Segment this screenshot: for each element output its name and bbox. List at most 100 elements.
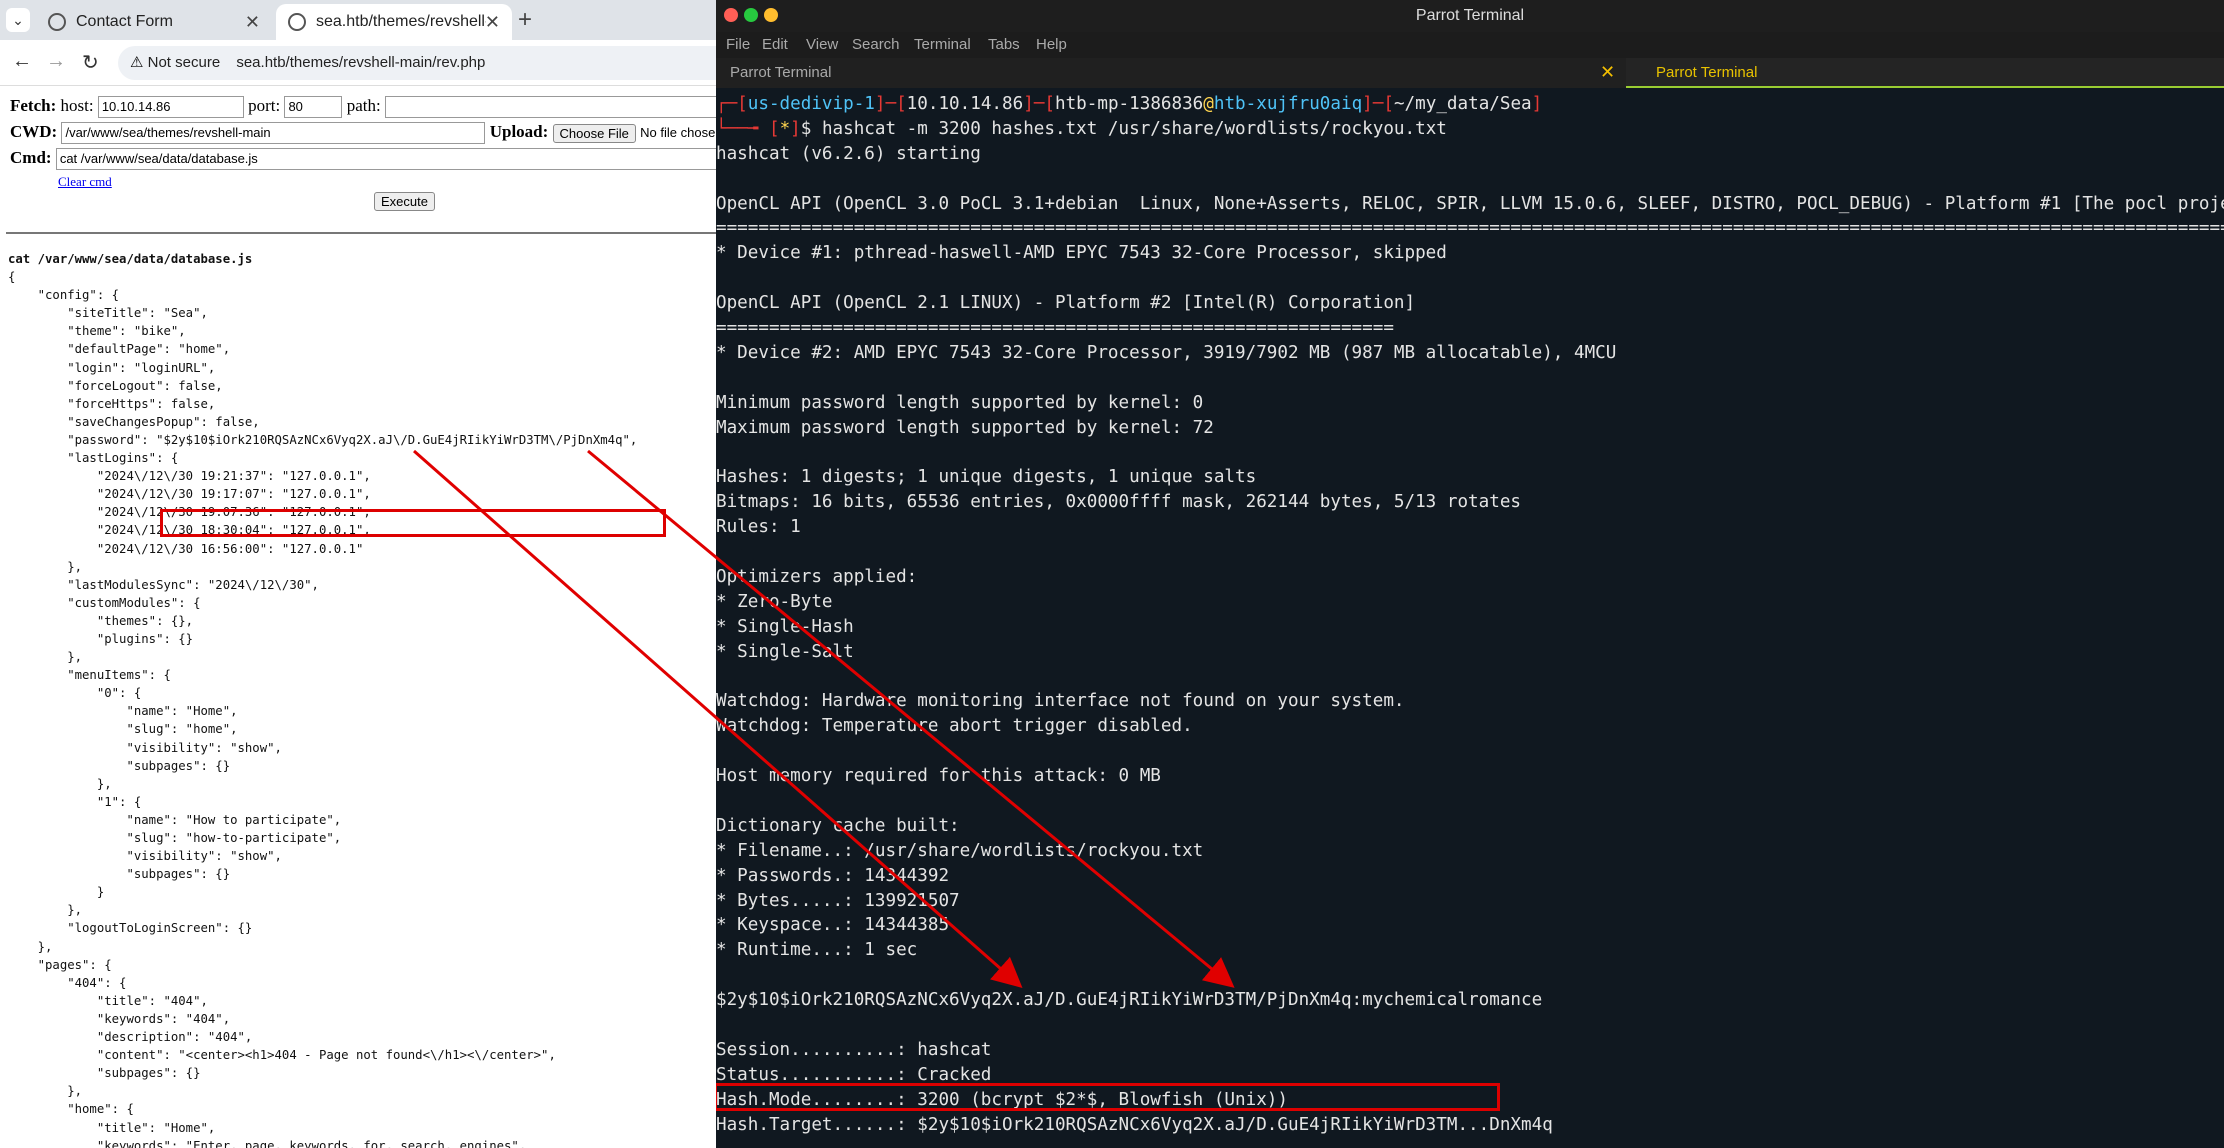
browser-tab-rev-php[interactable]: sea.htb/themes/revshell-main/rev.php ✕ (276, 4, 512, 40)
output-line: "keywords": "Enter, page, keywords, for,… (8, 1138, 527, 1148)
warning-icon[interactable]: ⚠ (130, 54, 143, 71)
output-line: "description": "404", (8, 1030, 253, 1045)
prompt-user: htb-mp-1386836 (1054, 94, 1204, 114)
terminal-line: Session..........: hashcat (716, 1039, 992, 1060)
close-tab-icon[interactable]: ✕ (245, 12, 260, 33)
output-line: "lastModulesSync": "2024\/12\/30", (8, 577, 319, 592)
host-input[interactable]: 10.10.14.86 (97, 96, 244, 119)
output-line: }, (8, 939, 53, 954)
output-line: }, (8, 903, 83, 918)
menu-search[interactable]: Search (852, 36, 900, 53)
output-line: "visibility": "show", (8, 849, 282, 864)
tab-title: sea.htb/themes/revshell-main/rev.php (316, 13, 486, 30)
host-label: host: (60, 96, 94, 115)
close-tab-icon[interactable]: ✕ (1600, 62, 1615, 83)
browser-navbar: ← → ↻ ⚠ Not secure sea.htb/themes/revshe… (0, 40, 716, 86)
terminal-line: * Runtime...: 1 sec (716, 940, 918, 961)
prompt-command: hashcat -m 3200 hashes.txt /usr/share/wo… (821, 118, 1447, 139)
terminal-title: Parrot Terminal (1415, 7, 1525, 24)
output-lines: { "config": { "siteTitle": "Sea", "theme… (8, 268, 716, 1148)
terminal-line: ========================================… (716, 218, 2224, 239)
fetch-row: Fetch: host: 10.10.14.86 port: 80 path: (10, 96, 716, 119)
menu-terminal[interactable]: Terminal (914, 36, 971, 53)
output-line: "1": { (8, 794, 142, 809)
port-input[interactable]: 80 (284, 96, 343, 119)
browser-window: ⌄ Contact Form ✕ sea.htb/themes/revshell… (0, 0, 716, 1148)
output-line: "title": "Home", (8, 1120, 216, 1135)
cwd-input[interactable]: /var/www/sea/themes/revshell-main (61, 122, 486, 145)
path-label: path: (346, 96, 381, 115)
output-line: "keywords": "404", (8, 1011, 231, 1026)
not-secure-label[interactable]: Not secure (148, 54, 221, 71)
back-icon[interactable]: ← (12, 50, 32, 73)
output-line: "theme": "bike", (8, 324, 186, 339)
fetch-label: Fetch: (10, 96, 57, 115)
output-line: "password": "$2y$10$iOrk210RQSAzNCx6Vyq2… (8, 432, 638, 447)
output-line: "subpages": {} (8, 1066, 201, 1081)
terminal-line: * Zero-Byte (716, 591, 833, 612)
output-line: "logoutToLoginScreen": {} (8, 921, 253, 936)
output-line: "name": "How to participate", (8, 812, 342, 827)
terminal-line: Rules: 1 (716, 517, 801, 538)
menu-view[interactable]: View (806, 36, 838, 53)
forward-icon[interactable]: → (46, 50, 66, 73)
menu-edit[interactable]: Edit (762, 36, 788, 53)
cracked-hash-highlight (716, 1083, 1500, 1111)
menu-help[interactable]: Help (1036, 36, 1067, 53)
terminal-line: $2y$10$iOrk210RQSAzNCx6Vyq2X.aJ/D.GuE4jR… (716, 990, 1543, 1011)
output-line: "forceLogout": false, (8, 378, 223, 393)
clear-cmd-link[interactable]: Clear cmd (58, 174, 112, 190)
menu-file[interactable]: File (726, 36, 750, 53)
output-line: }, (8, 559, 83, 574)
url-text[interactable]: sea.htb/themes/revshell-main/rev.php (236, 54, 485, 71)
output-line: "themes": {}, (8, 613, 194, 628)
terminal-line: ========================================… (716, 318, 1394, 339)
terminal-line: Hash.Target......: $2y$10$iOrk210RQSAzNC… (716, 1114, 1553, 1135)
prompt-line-2: └──╼ [*]$ hashcat -m 3200 hashes.txt /us… (716, 118, 1447, 139)
terminal-tabbar: Parrot Terminal ✕ Parrot Terminal (716, 58, 2224, 88)
no-file-label: No file chosen (640, 125, 716, 140)
output-line: "content": "<center><h1>404 - Page not f… (8, 1048, 556, 1063)
terminal-window: Parrot Terminal File Edit View Search Te… (716, 0, 2224, 1148)
output-line: { (8, 270, 16, 285)
output-line: "siteTitle": "Sea", (8, 306, 208, 321)
output-line: "slug": "home", (8, 722, 238, 737)
execute-button[interactable]: Execute (374, 192, 435, 211)
output-line: "lastLogins": { (8, 451, 179, 466)
terminal-line: * Keyspace..: 14344385 (716, 915, 950, 936)
path-input[interactable] (384, 96, 716, 119)
choose-file-button[interactable]: Choose File (552, 123, 636, 143)
command-output: cat /var/www/sea/data/database.js { "con… (8, 250, 716, 1148)
terminal-line: Host memory required for this attack: 0 … (716, 766, 1161, 787)
cmd-input[interactable]: cat /var/www/sea/data/database.js (55, 148, 716, 171)
reload-icon[interactable]: ↻ (82, 50, 99, 75)
prompt-ip: 10.10.14.86 (906, 94, 1024, 114)
output-line: "visibility": "show", (8, 740, 282, 755)
terminal-tab-1[interactable]: Parrot Terminal (730, 64, 831, 81)
address-bar[interactable]: ⚠ Not secure sea.htb/themes/revshell-mai… (118, 46, 716, 80)
output-line: "customModules": { (8, 595, 201, 610)
new-tab-icon[interactable]: + (518, 6, 532, 34)
output-line: "2024\/12\/30 16:56:00": "127.0.0.1" (8, 541, 364, 556)
terminal-line: OpenCL API (OpenCL 3.0 PoCL 3.1+debian L… (716, 193, 2224, 214)
menu-tabs[interactable]: Tabs (988, 36, 1020, 53)
close-tab-icon[interactable]: ✕ (485, 12, 500, 33)
terminal-tab-2[interactable]: Parrot Terminal (1626, 58, 2224, 88)
terminal-menubar: File Edit View Search Terminal Tabs Help (716, 32, 2224, 58)
globe-icon (48, 13, 66, 31)
tab-search-dropdown-icon[interactable]: ⌄ (6, 8, 30, 32)
output-line: "404": { (8, 975, 127, 990)
output-command: cat /var/www/sea/data/database.js (8, 252, 253, 266)
browser-tab-contact-form[interactable]: Contact Form ✕ (36, 4, 272, 40)
terminal-line: * Filename..: /usr/share/wordlists/rocky… (716, 840, 1204, 861)
upload-label: Upload: (489, 122, 549, 141)
terminal-line: * Single-Hash (716, 616, 854, 637)
terminal-output[interactable]: ┌─[us-dedivip-1]─[10.10.14.86]─[htb-mp-1… (716, 92, 2224, 1137)
output-line: "login": "loginURL", (8, 360, 216, 375)
